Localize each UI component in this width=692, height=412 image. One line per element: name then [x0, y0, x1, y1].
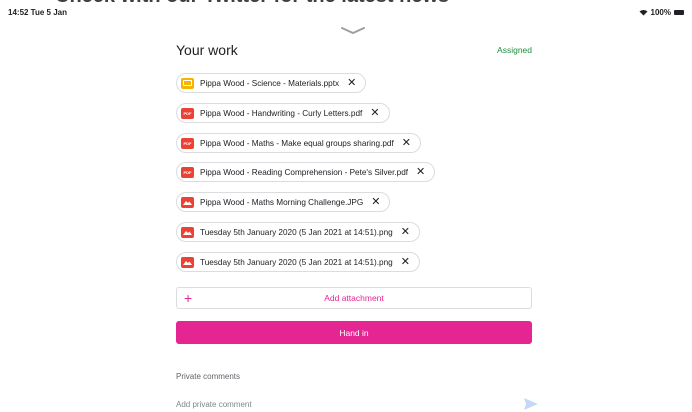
attachment-name: Pippa Wood - Maths - Make equal groups s…: [200, 138, 394, 148]
close-icon[interactable]: ✕: [401, 226, 410, 238]
close-icon[interactable]: ✕: [347, 77, 356, 89]
close-icon[interactable]: ✕: [416, 166, 425, 178]
pdf-file-icon: PDF: [181, 137, 194, 149]
status-bar: 14:52 Tue 5 Jan 100%: [0, 6, 692, 20]
attachment-chip[interactable]: Tuesday 5th January 2020 (5 Jan 2021 at …: [176, 222, 420, 242]
attachment-name: Pippa Wood - Science - Materials.pptx: [200, 78, 340, 88]
slides-file-icon: [181, 77, 194, 89]
attachment-name: Pippa Wood - Reading Comprehension - Pet…: [200, 167, 409, 177]
send-icon[interactable]: [524, 398, 538, 410]
plus-icon: +: [184, 290, 193, 306]
attachment-chip[interactable]: Pippa Wood - Science - Materials.pptx ✕: [176, 73, 367, 93]
close-icon[interactable]: ✕: [401, 256, 410, 268]
attachment-chip[interactable]: PDF Pippa Wood - Maths - Make equal group…: [176, 133, 421, 153]
attachment-name: Pippa Wood - Maths Morning Challenge.JPG: [200, 197, 364, 207]
your-work-title: Your work: [176, 42, 238, 58]
wifi-icon: [639, 9, 648, 16]
chevron-down-icon[interactable]: [341, 26, 365, 36]
private-comment-input[interactable]: [176, 400, 516, 409]
add-attachment-label: Add attachment: [324, 293, 384, 303]
attachment-name: Tuesday 5th January 2020 (5 Jan 2021 at …: [200, 257, 393, 267]
attachment-name: Tuesday 5th January 2020 (5 Jan 2021 at …: [200, 227, 393, 237]
battery-percent: 100%: [650, 8, 671, 17]
status-right: 100%: [639, 8, 684, 17]
close-icon[interactable]: ✕: [402, 137, 411, 149]
attachment-name: Pippa Wood - Handwriting - Curly Letters…: [200, 108, 363, 118]
add-attachment-button[interactable]: + Add attachment: [176, 287, 532, 309]
battery-icon: [674, 10, 684, 15]
image-file-icon: [181, 256, 194, 268]
pdf-file-icon: PDF: [181, 107, 194, 119]
image-file-icon: [181, 226, 194, 238]
close-icon[interactable]: ✕: [371, 196, 380, 208]
image-file-icon: [181, 196, 194, 208]
private-comments-label: Private comments: [176, 372, 241, 381]
attachment-chip[interactable]: PDF Pippa Wood - Reading Comprehension - …: [176, 162, 436, 182]
hand-in-button[interactable]: Hand in: [176, 321, 532, 344]
attachment-chip[interactable]: PDF Pippa Wood - Handwriting - Curly Lett…: [176, 103, 390, 123]
status-time: 14:52 Tue 5 Jan: [8, 8, 67, 17]
status-badge: Assigned: [497, 45, 532, 55]
close-icon[interactable]: ✕: [370, 107, 379, 119]
attachment-chip[interactable]: Pippa Wood - Maths Morning Challenge.JPG…: [176, 192, 391, 212]
attachment-chip[interactable]: Tuesday 5th January 2020 (5 Jan 2021 at …: [176, 252, 420, 272]
pdf-file-icon: PDF: [181, 166, 194, 178]
